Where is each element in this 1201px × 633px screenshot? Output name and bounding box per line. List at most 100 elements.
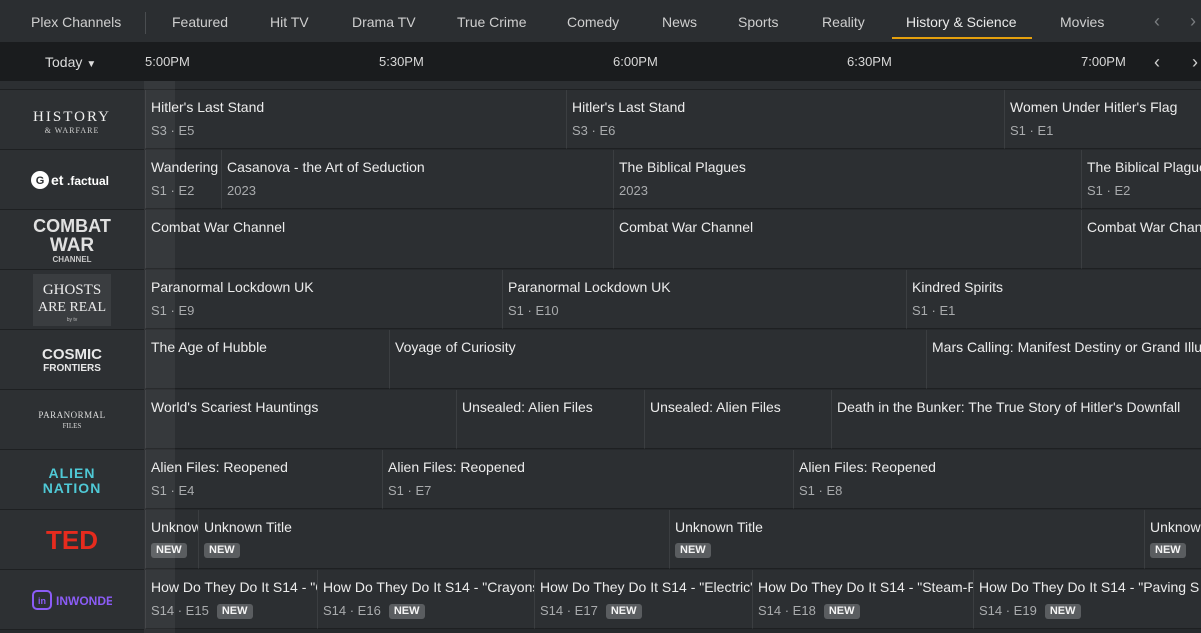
program-cell[interactable]: Hitler's Last Stand S3 · E6 [566, 90, 1004, 149]
timeline-bar: Today ▼ 5:00PM 5:30PM 6:00PM 6:30PM 7:00P… [0, 43, 1201, 81]
program-cell[interactable]: How Do They Do It S14 - "Steam-Powered" S… [752, 570, 973, 629]
alien-nation-logo[interactable]: ALIEN NATION [0, 450, 144, 510]
svg-text:G: G [36, 175, 45, 187]
ted-logo[interactable]: TED [0, 510, 144, 570]
inwonder-logo[interactable]: in INWONDER [0, 570, 144, 630]
channel-row: COMBAT WAR CHANNEL Combat War Channel Combat… [0, 210, 1201, 270]
program-cell[interactable]: Alien Files: Reopened S1 · E7 [382, 450, 793, 509]
time-label: 5:30PM [379, 54, 424, 69]
svg-text:GHOSTS: GHOSTS [43, 282, 101, 298]
combat-war-logo[interactable]: COMBAT WAR CHANNEL [0, 210, 144, 270]
svg-text:TED: TED [46, 525, 98, 555]
episode-label: S1 · E9 [151, 303, 195, 318]
program-cell[interactable]: How Do They Do It S14 - "Electric" S14 · … [534, 570, 752, 629]
channel-row: COSMIC FRONTIERS The Age of Hubble Voyage o… [0, 330, 1201, 390]
program-cell[interactable]: The Biblical Plagues S1 · E2 [1081, 150, 1201, 209]
new-badge: NEW [1044, 603, 1081, 619]
episode-label: S3 · E6 [572, 123, 616, 138]
nav-divider [145, 12, 146, 34]
program-meta: NEW [1150, 543, 1201, 558]
program-title: Alien Files: Reopened [151, 459, 288, 475]
episode-label: S1 · E1 [1010, 123, 1054, 138]
program-cell[interactable]: Kindred Spirits S1 · E1 [906, 270, 1201, 329]
svg-text:PARANORMAL: PARANORMAL [38, 410, 105, 420]
svg-text:FRONTIERS: FRONTIERS [43, 363, 101, 374]
program-cell[interactable]: Voyage of Curiosity [389, 330, 926, 389]
tab-plex-channels[interactable]: Plex Channels [31, 0, 121, 42]
program-meta: S14 · E17 NEW [540, 603, 752, 619]
program-cell[interactable]: The Biblical Plagues 2023 [613, 150, 1081, 209]
svg-text:COSMIC: COSMIC [42, 346, 102, 363]
channel-row: GHOSTS ARE REAL by tv Paranormal Lockdown U… [0, 270, 1201, 330]
program-cell[interactable]: How Do They Do It S14 - "Paving S S14 · E… [973, 570, 1201, 629]
program-cell[interactable]: Alien Files: Reopened S1 · E4 [145, 450, 382, 509]
history-warfare-logo[interactable]: HISTORY & WARFARE [0, 90, 144, 150]
get-factual-logo[interactable]: Get .factual [0, 150, 144, 210]
program-meta: S1 · E7 [388, 483, 793, 499]
program-cell[interactable]: Combat War Channel [1081, 210, 1201, 269]
program-cell[interactable]: Hitler's Last Stand S3 · E5 [145, 90, 566, 149]
svg-text:in: in [38, 596, 46, 606]
time-next-icon[interactable]: › [1192, 43, 1198, 81]
paranormal-files-logo[interactable]: PARANORMAL FILES [0, 390, 144, 450]
tab-featured[interactable]: Featured [172, 0, 228, 42]
time-prev-icon[interactable]: ‹ [1154, 43, 1160, 81]
tab-hit-tv[interactable]: Hit TV [270, 0, 309, 42]
program-title: How Do They Do It S14 - "Paving S [979, 579, 1200, 595]
day-selector[interactable]: Today ▼ [45, 43, 96, 84]
tab-movies[interactable]: Movies [1060, 0, 1104, 42]
episode-label: S1 · E4 [151, 483, 195, 498]
program-cell[interactable]: Death in the Bunker: The True Story of H… [831, 390, 1201, 449]
program-cell[interactable]: Unknown Title NEW [669, 510, 1144, 569]
program-cell[interactable]: Alien Files: Reopened S1 · E8 [793, 450, 1201, 509]
program-cell[interactable]: Wandering S1 · E2 [145, 150, 221, 209]
program-cell[interactable]: World's Scariest Hauntings [145, 390, 456, 449]
program-cell[interactable]: Unsealed: Alien Files [644, 390, 831, 449]
tab-reality[interactable]: Reality [822, 0, 865, 42]
category-nav: Plex Channels Featured Hit TV Drama TV T… [0, 0, 1201, 43]
program-cell[interactable]: How Do They Do It S14 - "Crayons" S14 · E… [317, 570, 534, 629]
program-cell[interactable]: Women Under Hitler's Flag S1 · E1 [1004, 90, 1201, 149]
program-cell[interactable]: Unknown Title NEW [1144, 510, 1201, 569]
program-cell[interactable]: Paranormal Lockdown UK S1 · E10 [502, 270, 906, 329]
program-title: Casanova - the Art of Seduction [227, 159, 425, 175]
program-cell[interactable]: Combat War Channel [145, 210, 613, 269]
program-cell[interactable]: The Age of Hubble [145, 330, 389, 389]
tab-history-science[interactable]: History & Science [891, 0, 1034, 42]
cosmic-frontiers-logo[interactable]: COSMIC FRONTIERS [0, 330, 144, 390]
tab-comedy[interactable]: Comedy [567, 0, 619, 42]
program-meta: S1 · E8 [799, 483, 1201, 499]
day-selector-label: Today [45, 54, 83, 70]
program-title: Mars Calling: Manifest Destiny or Grand … [932, 339, 1201, 355]
program-cell[interactable]: Casanova - the Art of Seduction 2023 [221, 150, 613, 209]
program-cell[interactable]: Combat War Channel [613, 210, 1081, 269]
nav-prev-icon[interactable]: ‹ [1154, 0, 1160, 42]
program-meta: S1 · E1 [912, 303, 1201, 319]
program-cell[interactable]: How Do They Do It S14 - "Crayons" S14 · E… [145, 570, 317, 629]
tab-drama-tv[interactable]: Drama TV [352, 0, 416, 42]
program-title: Death in the Bunker: The True Story of H… [837, 399, 1181, 415]
program-cell[interactable]: Unknown Title NEW [198, 510, 669, 569]
program-title: Hitler's Last Stand [572, 99, 686, 115]
program-title: How Do They Do It S14 - "Electric" [540, 579, 752, 595]
ghosts-are-real-logo[interactable]: GHOSTS ARE REAL by tv [0, 270, 144, 330]
program-title: The Biblical Plagues [619, 159, 746, 175]
nav-next-icon[interactable]: › [1190, 0, 1196, 42]
tab-true-crime[interactable]: True Crime [457, 0, 527, 42]
program-meta: S14 · E19 NEW [979, 603, 1201, 619]
svg-text:ALIEN: ALIEN [49, 465, 96, 481]
time-label: 5:00PM [145, 54, 190, 69]
time-label: 6:00PM [613, 54, 658, 69]
tab-sports[interactable]: Sports [738, 0, 778, 42]
new-badge: NEW [151, 543, 187, 558]
program-title: Combat War Channel [619, 219, 754, 235]
episode-label: S14 · E19 [979, 603, 1037, 618]
program-cell[interactable]: Unknown Title NEW [145, 510, 198, 569]
program-cell[interactable]: Unsealed: Alien Files [456, 390, 644, 449]
tab-news[interactable]: News [662, 0, 697, 42]
episode-label: S3 · E5 [151, 123, 195, 138]
episode-label: S14 · E17 [540, 603, 598, 618]
channel-row: TEDUnknown TitleNEWUnknown TitleNEWUnkno… [0, 510, 1201, 570]
program-cell[interactable]: Paranormal Lockdown UK S1 · E9 [145, 270, 502, 329]
program-cell[interactable]: Mars Calling: Manifest Destiny or Grand … [926, 330, 1201, 389]
